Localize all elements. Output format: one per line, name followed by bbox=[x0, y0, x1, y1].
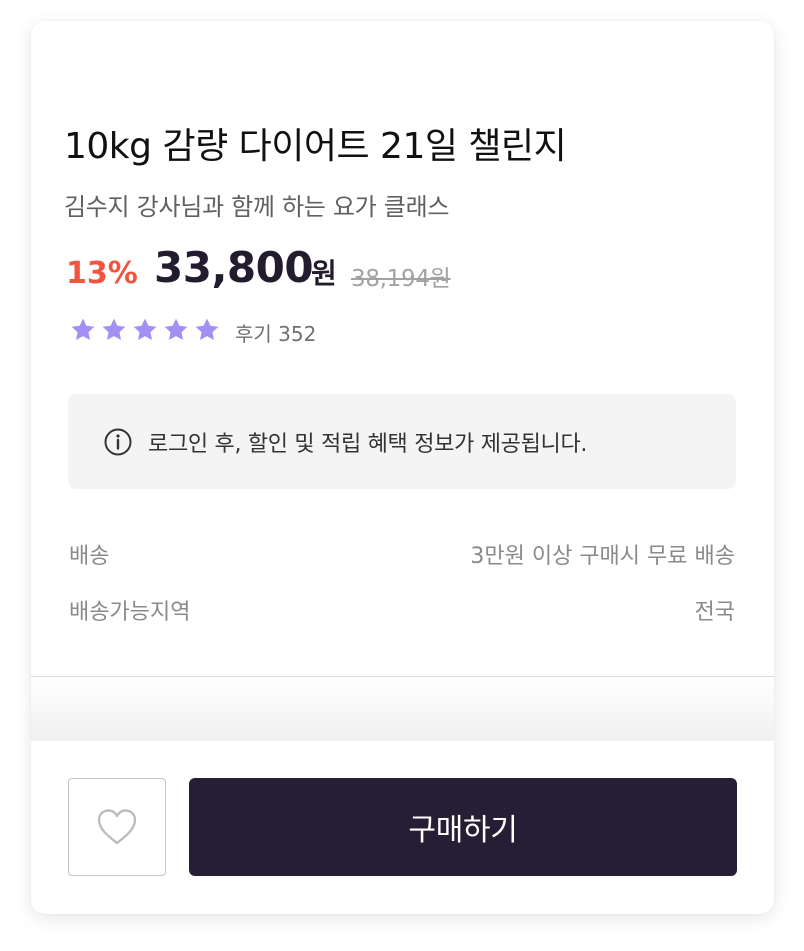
star-icon bbox=[102, 318, 126, 341]
purchase-bar: 구매하기 bbox=[31, 741, 774, 914]
shipping-value: 3만원 이상 구매시 무료 배송 bbox=[470, 544, 735, 569]
shipping-area-value: 전국 bbox=[694, 600, 735, 625]
info-circle-icon bbox=[104, 428, 132, 456]
shipping-area-label: 배송가능지역 bbox=[69, 600, 191, 625]
sale-price: 33,800 bbox=[154, 243, 314, 292]
wishlist-button[interactable] bbox=[68, 778, 166, 876]
star-icon bbox=[164, 318, 188, 341]
shipping-label: 배송 bbox=[69, 544, 110, 569]
discount-rate: 13% bbox=[66, 256, 138, 291]
star-icon bbox=[195, 318, 219, 341]
shipping-row: 배송 3만원 이상 구매시 무료 배송 bbox=[69, 538, 735, 569]
price-currency: 원 bbox=[311, 257, 337, 290]
product-subtitle: 김수지 강사님과 함께 하는 요가 클래스 bbox=[64, 193, 450, 221]
buy-button[interactable]: 구매하기 bbox=[189, 778, 737, 876]
notice-text: 로그인 후, 할인 및 적립 혜택 정보가 제공됩니다. bbox=[148, 432, 588, 457]
product-card: 10kg 감량 다이어트 21일 챌린지 김수지 강사님과 함께 하는 요가 클… bbox=[31, 21, 774, 914]
scroll-fade bbox=[31, 677, 774, 741]
shipping-area-row: 배송가능지역 전국 bbox=[69, 594, 735, 625]
star-rating bbox=[69, 316, 221, 344]
login-notice: 로그인 후, 할인 및 적립 혜택 정보가 제공됩니다. bbox=[68, 394, 736, 489]
star-icon bbox=[133, 318, 157, 341]
star-icon bbox=[71, 318, 95, 341]
original-price: 38,194원 bbox=[351, 266, 451, 292]
review-count[interactable]: 후기 352 bbox=[235, 318, 316, 347]
product-title: 10kg 감량 다이어트 21일 챌린지 bbox=[64, 126, 567, 167]
heart-outline-icon bbox=[97, 809, 137, 845]
